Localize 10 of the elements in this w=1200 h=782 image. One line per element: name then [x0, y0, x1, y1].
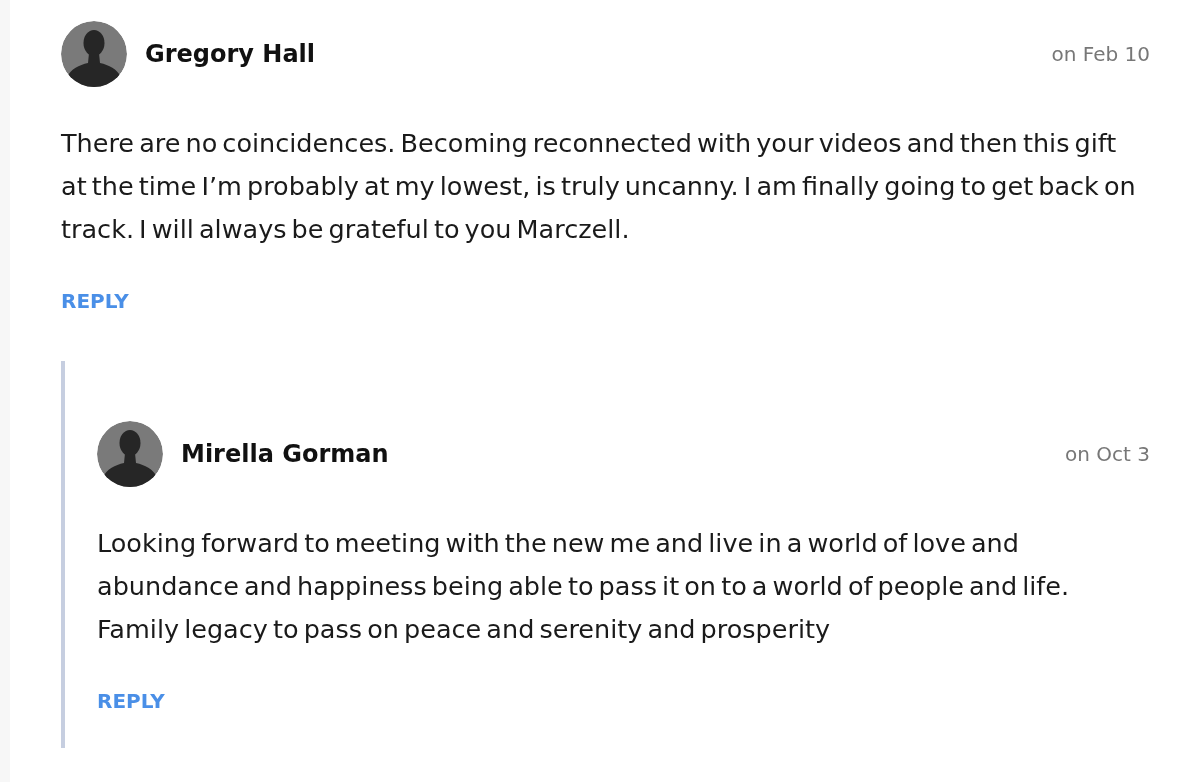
author-name: Mirella Gorman [181, 440, 389, 468]
avatar-icon [97, 421, 163, 487]
avatar-icon [61, 21, 127, 87]
reply-link[interactable]: REPLY [61, 289, 129, 313]
reply-link[interactable]: REPLY [97, 689, 165, 713]
comment-date: on Oct 3 [1065, 442, 1150, 466]
comment-text: There are no coincidences. Becoming reconnected with your videos and then this gift at the time I’m probably at my lowest, is truly uncanny. I am finally going to get back on track. I will always be grateful to you Marczell. [61, 127, 1137, 246]
author-name: Gregory Hall [145, 40, 316, 68]
comment-date: on Feb 10 [1051, 42, 1150, 66]
comment-text: Looking forward to meeting with the new me and live in a world of love and abundance and happiness being able to pass it on to a world of people and life. Family legacy to pass on peace and serenity and prosperity [97, 527, 1071, 646]
